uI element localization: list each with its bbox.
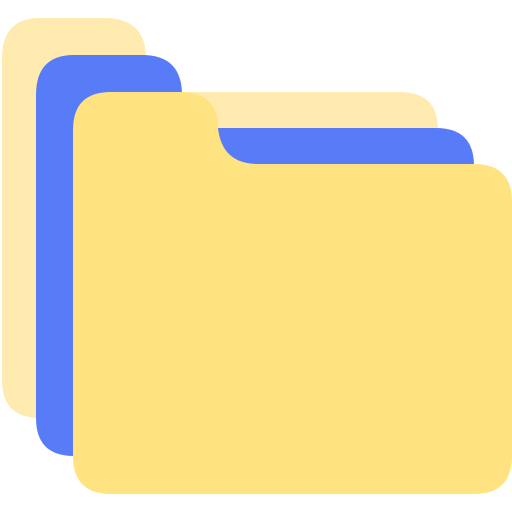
icon-canvas <box>0 0 512 512</box>
stacked-folders-icon <box>2 18 512 494</box>
